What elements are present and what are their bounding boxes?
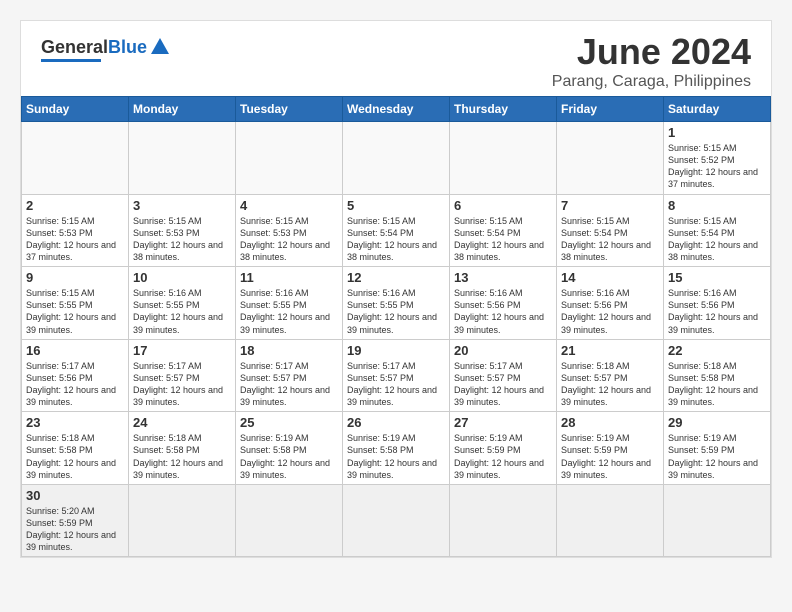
table-row: 11Sunrise: 5:16 AMSunset: 5:55 PMDayligh… xyxy=(236,267,343,340)
table-row: 10Sunrise: 5:16 AMSunset: 5:55 PMDayligh… xyxy=(129,267,236,340)
table-row: 19Sunrise: 5:17 AMSunset: 5:57 PMDayligh… xyxy=(343,339,450,412)
location: Parang, Caraga, Philippines xyxy=(552,73,751,91)
table-row: 16Sunrise: 5:17 AMSunset: 5:56 PMDayligh… xyxy=(22,339,129,412)
table-row: 20Sunrise: 5:17 AMSunset: 5:57 PMDayligh… xyxy=(450,339,557,412)
header-friday: Friday xyxy=(557,97,664,122)
table-row: 8Sunrise: 5:15 AMSunset: 5:54 PMDaylight… xyxy=(664,194,771,267)
header-monday: Monday xyxy=(129,97,236,122)
table-row: 6Sunrise: 5:15 AMSunset: 5:54 PMDaylight… xyxy=(450,194,557,267)
header-saturday: Saturday xyxy=(664,97,771,122)
logo: GeneralBlue xyxy=(41,31,171,62)
empty-cell xyxy=(236,122,343,195)
table-row: 9Sunrise: 5:15 AMSunset: 5:55 PMDaylight… xyxy=(22,267,129,340)
table-row: 26Sunrise: 5:19 AMSunset: 5:58 PMDayligh… xyxy=(343,412,450,485)
header: GeneralBlue June 2024 Parang, Caraga, Ph… xyxy=(21,21,771,96)
empty-cell xyxy=(343,484,450,557)
logo-blue: Blue xyxy=(108,37,147,57)
table-row: 24Sunrise: 5:18 AMSunset: 5:58 PMDayligh… xyxy=(129,412,236,485)
empty-cell xyxy=(450,122,557,195)
header-tuesday: Tuesday xyxy=(236,97,343,122)
table-row: 13Sunrise: 5:16 AMSunset: 5:56 PMDayligh… xyxy=(450,267,557,340)
empty-cell xyxy=(129,484,236,557)
table-row: 17Sunrise: 5:17 AMSunset: 5:57 PMDayligh… xyxy=(129,339,236,412)
table-row: 27Sunrise: 5:19 AMSunset: 5:59 PMDayligh… xyxy=(450,412,557,485)
empty-cell xyxy=(236,484,343,557)
table-row: 7Sunrise: 5:15 AMSunset: 5:54 PMDaylight… xyxy=(557,194,664,267)
table-row: 30Sunrise: 5:20 AMSunset: 5:59 PMDayligh… xyxy=(22,484,129,557)
table-row: 22Sunrise: 5:18 AMSunset: 5:58 PMDayligh… xyxy=(664,339,771,412)
empty-cell xyxy=(664,484,771,557)
empty-cell xyxy=(343,122,450,195)
empty-cell xyxy=(450,484,557,557)
header-sunday: Sunday xyxy=(22,97,129,122)
empty-cell xyxy=(557,122,664,195)
month-year: June 2024 xyxy=(552,31,751,73)
table-row: 12Sunrise: 5:16 AMSunset: 5:55 PMDayligh… xyxy=(343,267,450,340)
table-row: 21Sunrise: 5:18 AMSunset: 5:57 PMDayligh… xyxy=(557,339,664,412)
table-row: 14Sunrise: 5:16 AMSunset: 5:56 PMDayligh… xyxy=(557,267,664,340)
empty-cell xyxy=(129,122,236,195)
table-row: 2Sunrise: 5:15 AMSunset: 5:53 PMDaylight… xyxy=(22,194,129,267)
table-row: 4Sunrise: 5:15 AMSunset: 5:53 PMDaylight… xyxy=(236,194,343,267)
table-row: 15Sunrise: 5:16 AMSunset: 5:56 PMDayligh… xyxy=(664,267,771,340)
calendar-table: Sunday Monday Tuesday Wednesday Thursday… xyxy=(21,96,771,557)
header-wednesday: Wednesday xyxy=(343,97,450,122)
weekday-header-row: Sunday Monday Tuesday Wednesday Thursday… xyxy=(22,97,771,122)
header-thursday: Thursday xyxy=(450,97,557,122)
table-row: 5Sunrise: 5:15 AMSunset: 5:54 PMDaylight… xyxy=(343,194,450,267)
table-row: 3Sunrise: 5:15 AMSunset: 5:53 PMDaylight… xyxy=(129,194,236,267)
title-block: June 2024 Parang, Caraga, Philippines xyxy=(552,31,751,91)
table-row: 29Sunrise: 5:19 AMSunset: 5:59 PMDayligh… xyxy=(664,412,771,485)
empty-cell xyxy=(557,484,664,557)
table-row: 1Sunrise: 5:15 AMSunset: 5:52 PMDaylight… xyxy=(664,122,771,195)
calendar-container: GeneralBlue June 2024 Parang, Caraga, Ph… xyxy=(20,20,772,558)
table-row: 25Sunrise: 5:19 AMSunset: 5:58 PMDayligh… xyxy=(236,412,343,485)
logo-icon xyxy=(149,36,171,58)
table-row: 18Sunrise: 5:17 AMSunset: 5:57 PMDayligh… xyxy=(236,339,343,412)
logo-text: GeneralBlue xyxy=(41,37,147,58)
table-row: 23Sunrise: 5:18 AMSunset: 5:58 PMDayligh… xyxy=(22,412,129,485)
empty-cell xyxy=(22,122,129,195)
table-row: 28Sunrise: 5:19 AMSunset: 5:59 PMDayligh… xyxy=(557,412,664,485)
